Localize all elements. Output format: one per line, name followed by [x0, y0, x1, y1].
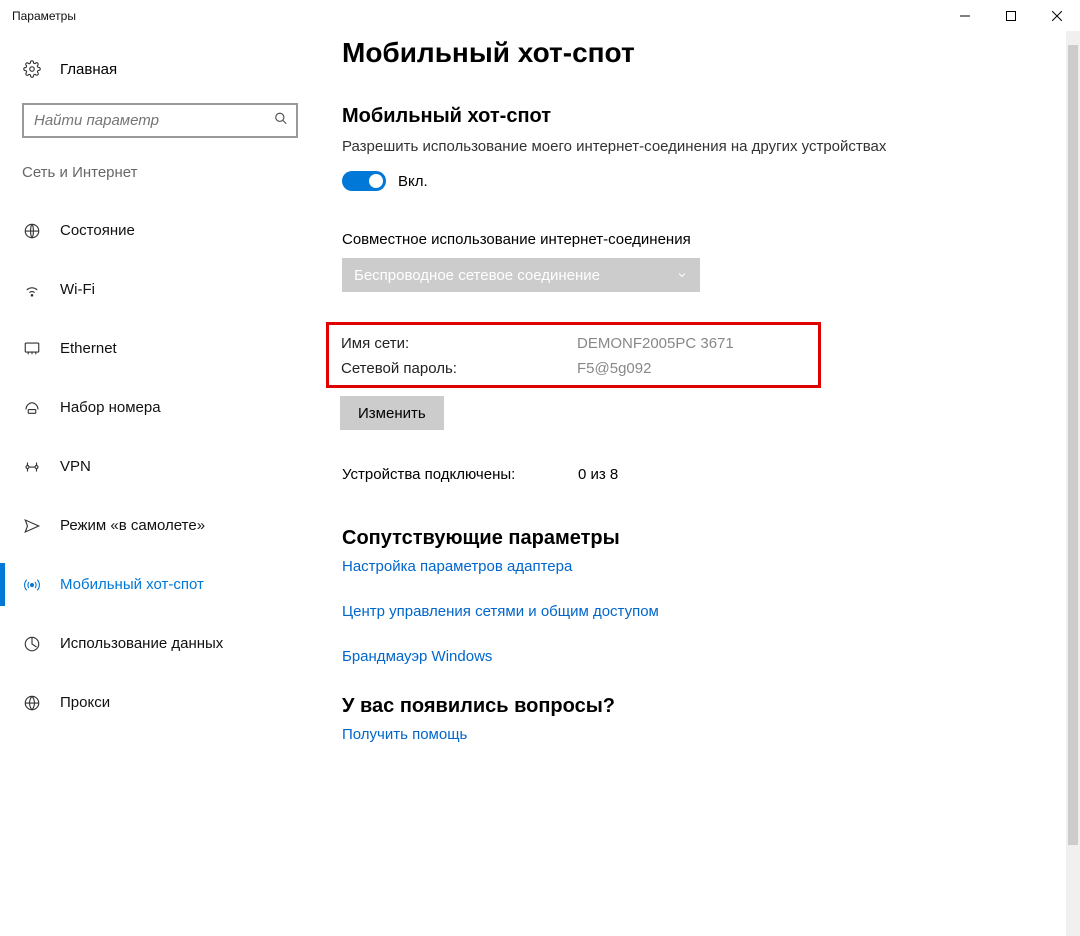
ethernet-icon — [22, 340, 42, 358]
sidebar-item-ethernet[interactable]: Ethernet — [0, 319, 320, 378]
wifi-icon — [22, 281, 42, 299]
sidebar-item-label: Прокси — [60, 694, 110, 711]
link-adapter-settings[interactable]: Настройка параметров адаптера — [340, 558, 900, 575]
page-title: Мобильный хот-спот — [342, 37, 900, 69]
sidebar-item-proxy[interactable]: Прокси — [0, 673, 320, 732]
sidebar: Главная Сеть и Интернет Состояние Wi-Fi — [0, 31, 320, 936]
hotspot-heading: Мобильный хот-спот — [342, 105, 900, 128]
sidebar-item-label: Использование данных — [60, 635, 223, 652]
sidebar-item-dialup[interactable]: Набор номера — [0, 378, 320, 437]
home-item[interactable]: Главная — [0, 49, 320, 89]
dialup-icon — [22, 399, 42, 417]
edit-button[interactable]: Изменить — [340, 396, 444, 430]
sidebar-item-wifi[interactable]: Wi-Fi — [0, 260, 320, 319]
airplane-icon — [22, 517, 42, 535]
scrollbar-thumb[interactable] — [1068, 45, 1078, 845]
hotspot-icon — [22, 576, 42, 594]
sidebar-item-label: Режим «в самолете» — [60, 517, 205, 534]
network-pass-row: Сетевой пароль: F5@5g092 — [341, 360, 812, 377]
sidebar-item-status[interactable]: Состояние — [0, 201, 320, 260]
network-info-highlight: Имя сети: DEMONF2005PC 3671 Сетевой паро… — [326, 322, 821, 388]
titlebar: Параметры — [0, 0, 1080, 31]
globe-icon — [22, 222, 42, 240]
network-name-row: Имя сети: DEMONF2005PC 3671 — [341, 335, 812, 352]
proxy-icon — [22, 694, 42, 712]
sidebar-item-label: Набор номера — [60, 399, 161, 416]
sidebar-item-data-usage[interactable]: Использование данных — [0, 614, 320, 673]
related-links: Настройка параметров адаптера Центр упра… — [340, 558, 900, 665]
network-name-label: Имя сети: — [341, 335, 577, 352]
data-usage-icon — [22, 635, 42, 653]
minimize-button[interactable] — [942, 0, 988, 31]
related-heading: Сопутствующие параметры — [342, 527, 900, 550]
hotspot-toggle-label: Вкл. — [398, 173, 428, 190]
sidebar-item-label: VPN — [60, 458, 91, 475]
search-box[interactable] — [22, 103, 298, 138]
sidebar-item-label: Wi-Fi — [60, 281, 95, 298]
sidebar-item-label: Мобильный хот-спот — [60, 576, 204, 593]
devices-row: Устройства подключены: 0 из 8 — [340, 466, 900, 483]
questions-heading: У вас появились вопросы? — [342, 695, 900, 718]
scrollbar[interactable] — [1066, 31, 1080, 936]
sidebar-item-label: Ethernet — [60, 340, 117, 357]
link-firewall[interactable]: Брандмауэр Windows — [340, 648, 900, 665]
category-label: Сеть и Интернет — [0, 164, 320, 181]
window-title: Параметры — [12, 9, 76, 23]
home-label: Главная — [60, 61, 117, 78]
window-controls — [942, 0, 1080, 31]
sidebar-item-hotspot[interactable]: Мобильный хот-спот — [0, 555, 320, 614]
network-name-value: DEMONF2005PC 3671 — [577, 335, 734, 352]
share-combo-value: Беспроводное сетевое соединение — [354, 267, 600, 284]
share-label: Совместное использование интернет-соедин… — [342, 231, 900, 248]
hotspot-toggle[interactable] — [342, 171, 386, 191]
maximize-button[interactable] — [988, 0, 1034, 31]
share-combo[interactable]: Беспроводное сетевое соединение — [342, 258, 700, 292]
gear-icon — [22, 60, 42, 78]
edit-button-label: Изменить — [358, 405, 426, 422]
network-pass-label: Сетевой пароль: — [341, 360, 577, 377]
sidebar-item-airplane[interactable]: Режим «в самолете» — [0, 496, 320, 555]
questions-links: Получить помощь — [340, 726, 900, 743]
close-button[interactable] — [1034, 0, 1080, 31]
devices-label: Устройства подключены: — [342, 466, 578, 483]
chevron-down-icon — [676, 269, 688, 281]
vpn-icon — [22, 458, 42, 476]
devices-value: 0 из 8 — [578, 466, 618, 483]
sidebar-item-vpn[interactable]: VPN — [0, 437, 320, 496]
content: Мобильный хот-спот Мобильный хот-спот Ра… — [320, 31, 1080, 936]
hotspot-desc: Разрешить использование моего интернет-с… — [342, 136, 900, 157]
network-pass-value: F5@5g092 — [577, 360, 651, 377]
search-input[interactable] — [22, 103, 298, 138]
link-get-help[interactable]: Получить помощь — [340, 726, 900, 743]
sidebar-item-label: Состояние — [60, 222, 135, 239]
search-icon — [274, 111, 288, 130]
link-network-center[interactable]: Центр управления сетями и общим доступом — [340, 603, 900, 620]
nav-list: Состояние Wi-Fi Ethernet Набор номера — [0, 201, 320, 732]
